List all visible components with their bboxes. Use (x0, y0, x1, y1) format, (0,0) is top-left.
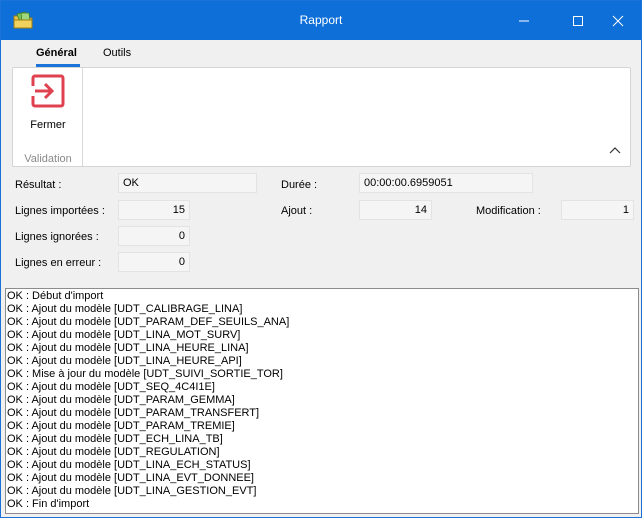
log-line: OK : Ajout du modèle [UDT_LINA_GESTION_E… (7, 485, 257, 497)
close-icon (612, 15, 624, 27)
close-button[interactable] (595, 1, 641, 40)
log-line: OK : Ajout du modèle [UDT_LINA_HEURE_API… (7, 355, 242, 367)
log-line: OK : Ajout du modèle [UDT_LINA_MOT_SURV] (7, 329, 241, 341)
fermer-label: Fermer (30, 119, 66, 131)
modification-field: 1 (561, 200, 634, 220)
log-line: OK : Ajout du modèle [UDT_CALIBRAGE_LINA… (7, 303, 243, 315)
log-line: OK : Ajout du modèle [UDT_SEQ_4C4I1E] (7, 381, 215, 393)
ribbon-tabs: Général Outils (1, 41, 641, 67)
log-line: OK : Début d'import (7, 290, 104, 302)
log-line: OK : Ajout du modèle [UDT_LINA_ECH_STATU… (7, 459, 251, 471)
collapse-ribbon-button[interactable] (608, 144, 622, 156)
lignes-ignorees-label: Lignes ignorées : (15, 231, 99, 243)
duree-label: Durée : (281, 179, 318, 191)
minimize-icon (519, 20, 529, 22)
log-line: OK : Mise à jour du modèle [UDT_SUIVI_SO… (7, 368, 283, 380)
tab-general[interactable]: Général (36, 47, 77, 59)
title-bar[interactable]: Rapport (1, 1, 641, 40)
lignes-importees-field: 15 (118, 200, 190, 220)
log-line: OK : Ajout du modèle [UDT_LINA_EVT_DONNE… (7, 472, 254, 484)
resultat-field: OK (118, 173, 257, 193)
import-log-textarea[interactable]: OK : Début d'import OK : Ajout du modèle … (5, 288, 639, 514)
log-line: OK : Ajout du modèle [UDT_PARAM_TREMIE] (7, 420, 235, 432)
tab-outils[interactable]: Outils (103, 47, 131, 59)
log-line: OK : Ajout du modèle [UDT_REGULATION] (7, 446, 220, 458)
log-line: OK : Ajout du modèle [UDT_PARAM_TRANSFER… (7, 407, 260, 419)
maximize-icon (573, 16, 583, 26)
log-line: OK : Ajout du modèle [UDT_PARAM_DEF_SEUI… (7, 316, 290, 328)
lignes-ignorees-field: 0 (118, 226, 190, 246)
lignes-erreur-label: Lignes en erreur : (15, 257, 102, 269)
log-line: OK : Ajout du modèle [UDT_LINA_HEURE_LIN… (7, 342, 249, 354)
exit-icon (31, 74, 65, 111)
ajout-label: Ajout : (281, 205, 313, 217)
resultat-label: Résultat : (15, 179, 62, 191)
log-line: OK : Ajout du modèle [UDT_PARAM_GEMMA] (7, 394, 235, 406)
modification-label: Modification : (476, 205, 541, 217)
ajout-field: 14 (359, 200, 432, 220)
log-line: OK : Ajout du modèle [UDT_ECH_LINA_TB] (7, 433, 223, 445)
ribbon-group-validation: Fermer Validation (13, 68, 83, 166)
ribbon-panel: Fermer Validation (12, 67, 631, 167)
report-window: Rapport Général Outils Fermer Validation… (0, 0, 642, 518)
log-line: OK : Fin d'import (7, 498, 90, 510)
minimize-button[interactable] (501, 1, 547, 40)
lignes-erreur-field: 0 (118, 252, 190, 272)
chevron-up-icon (609, 147, 621, 154)
fermer-button[interactable]: Fermer (21, 72, 75, 132)
duree-field: 00:00:00.6959051 (359, 173, 533, 193)
lignes-importees-label: Lignes importées : (15, 205, 105, 217)
group-label-validation: Validation (24, 153, 72, 165)
